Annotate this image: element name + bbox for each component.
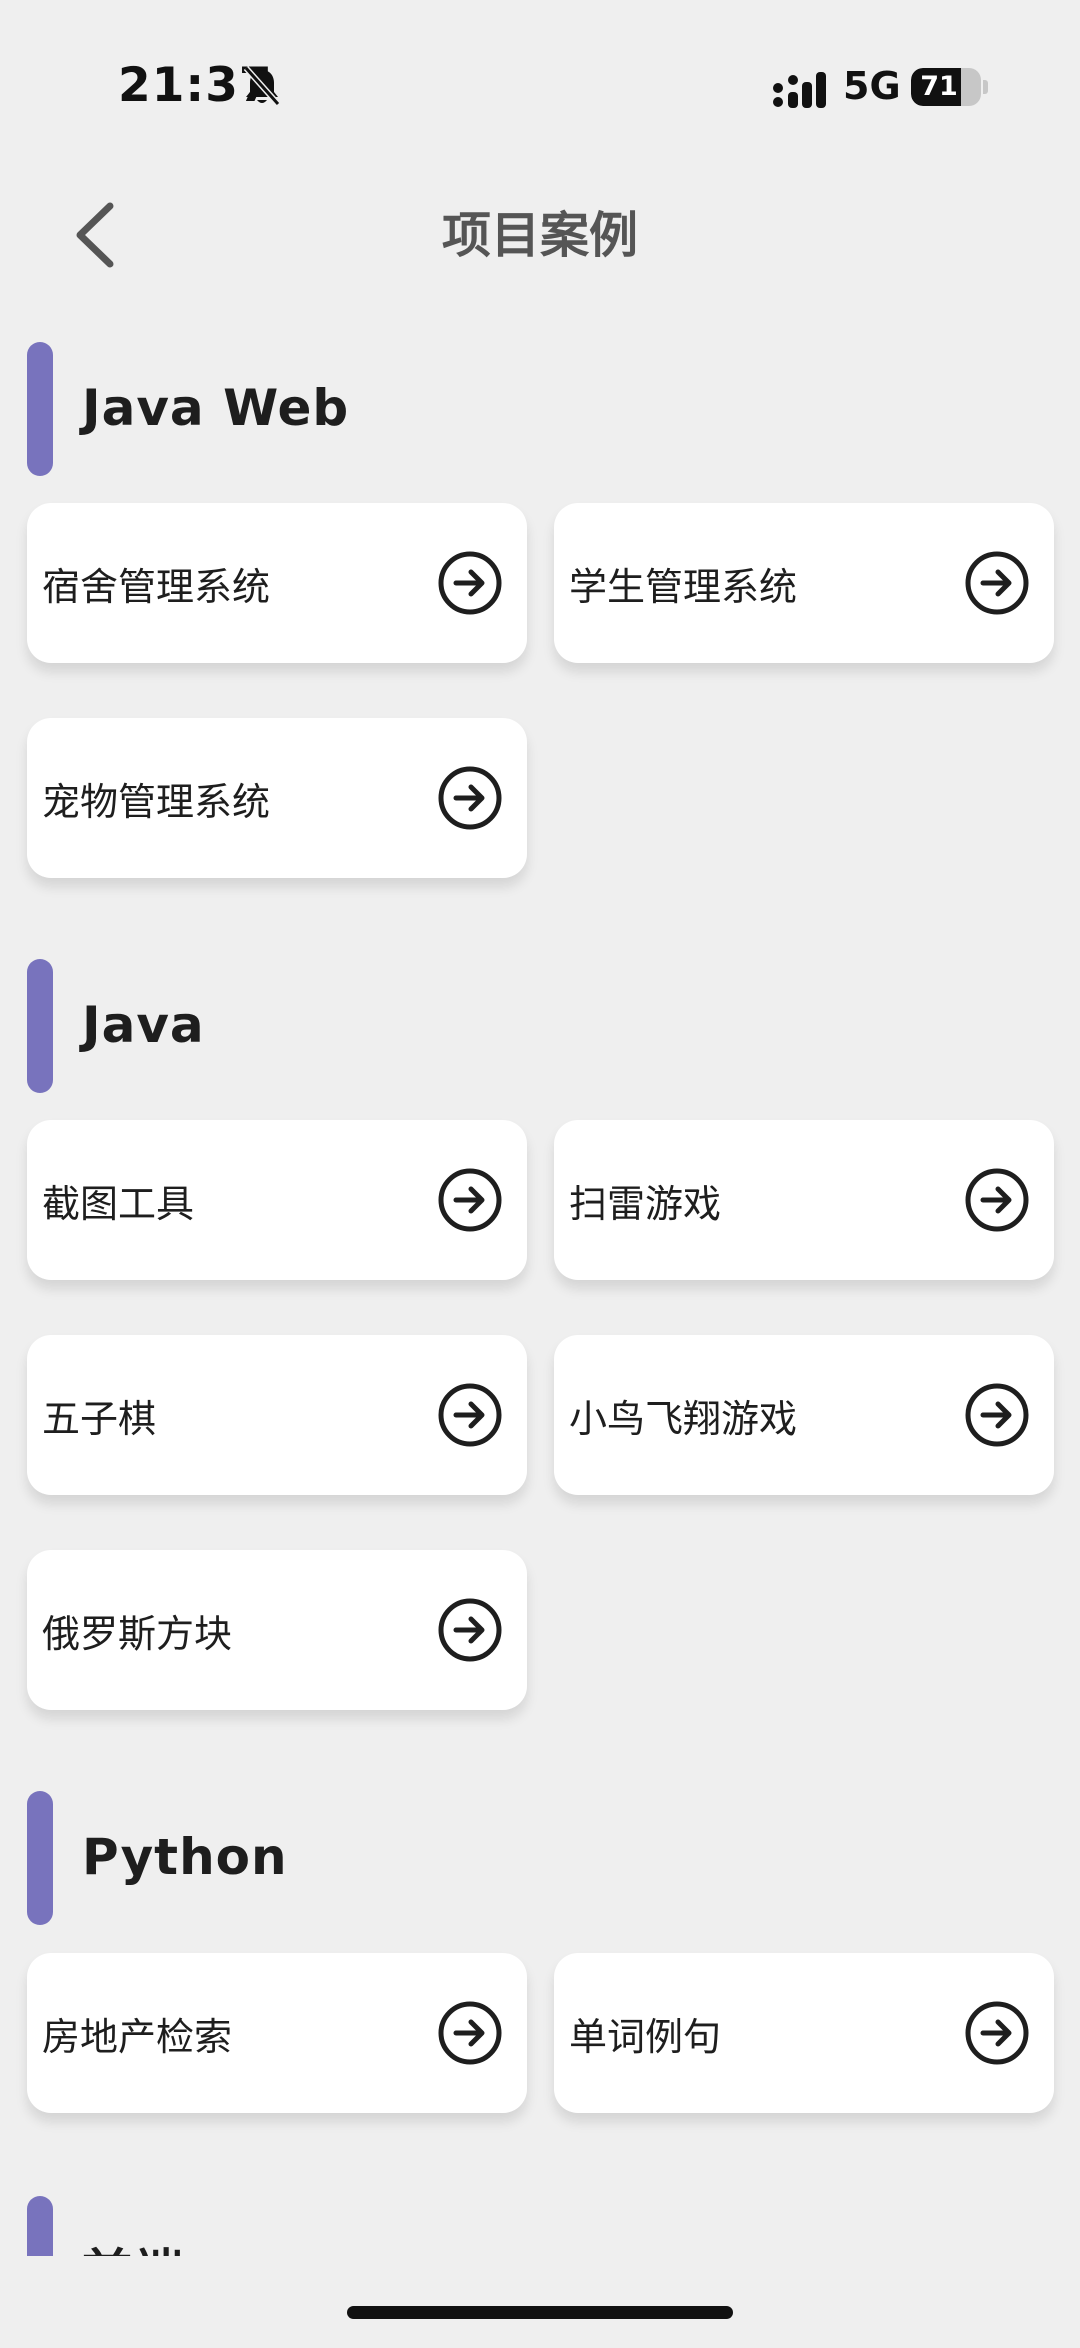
card-label: 俄罗斯方块 [42, 1612, 233, 1656]
section-header-java: Java [27, 959, 1027, 1093]
project-card-word-examples[interactable]: 单词例句 [554, 1953, 1054, 2113]
battery-tip [983, 80, 988, 94]
card-label: 学生管理系统 [569, 565, 798, 609]
home-indicator[interactable] [347, 2306, 733, 2319]
project-card-dorm-management[interactable]: 宿舍管理系统 [27, 503, 527, 663]
project-card-real-estate-search[interactable]: 房地产检索 [27, 1953, 527, 2113]
arrow-right-circle-icon [965, 1383, 1029, 1447]
card-label: 扫雷游戏 [569, 1182, 722, 1226]
network-type: 5G [843, 64, 901, 108]
card-label: 宠物管理系统 [42, 780, 271, 824]
project-card-student-management[interactable]: 学生管理系统 [554, 503, 1054, 663]
bell-slash-icon [243, 66, 281, 106]
scroll-clip-area [0, 2256, 1080, 2348]
project-card-pet-management[interactable]: 宠物管理系统 [27, 718, 527, 878]
arrow-right-circle-icon [438, 1168, 502, 1232]
status-bar: 21:37 5G 71 [0, 0, 1080, 170]
battery-level: 71 [920, 71, 958, 102]
section-title: Java Web [82, 379, 350, 437]
section-accent-bar [27, 959, 53, 1093]
card-label: 房地产检索 [42, 2015, 233, 2059]
page-title: 项目案例 [441, 207, 638, 264]
arrow-right-circle-icon [965, 551, 1029, 615]
card-label: 单词例句 [569, 2015, 722, 2059]
card-label: 宿舍管理系统 [42, 565, 271, 609]
card-label: 小鸟飞翔游戏 [569, 1397, 798, 1441]
signal-icon [773, 72, 826, 108]
battery-icon: 71 [911, 68, 981, 106]
arrow-right-circle-icon [438, 1598, 502, 1662]
arrow-right-circle-icon [438, 551, 502, 615]
project-card-screenshot-tool[interactable]: 截图工具 [27, 1120, 527, 1280]
section-accent-bar [27, 342, 53, 476]
section-header-python: Python [27, 1791, 1027, 1925]
arrow-right-circle-icon [965, 2001, 1029, 2065]
project-card-gomoku[interactable]: 五子棋 [27, 1335, 527, 1495]
arrow-right-circle-icon [438, 2001, 502, 2065]
card-label: 五子棋 [42, 1397, 157, 1441]
project-card-flappy-bird[interactable]: 小鸟飞翔游戏 [554, 1335, 1054, 1495]
project-card-minesweeper[interactable]: 扫雷游戏 [554, 1120, 1054, 1280]
arrow-right-circle-icon [438, 766, 502, 830]
arrow-right-circle-icon [965, 1168, 1029, 1232]
card-label: 截图工具 [42, 1182, 195, 1226]
section-title: Java [82, 996, 205, 1054]
project-card-tetris[interactable]: 俄罗斯方块 [27, 1550, 527, 1710]
section-accent-bar [27, 1791, 53, 1925]
section-title: Python [82, 1828, 288, 1886]
section-header-java-web: Java Web [27, 342, 1027, 476]
arrow-right-circle-icon [438, 1383, 502, 1447]
